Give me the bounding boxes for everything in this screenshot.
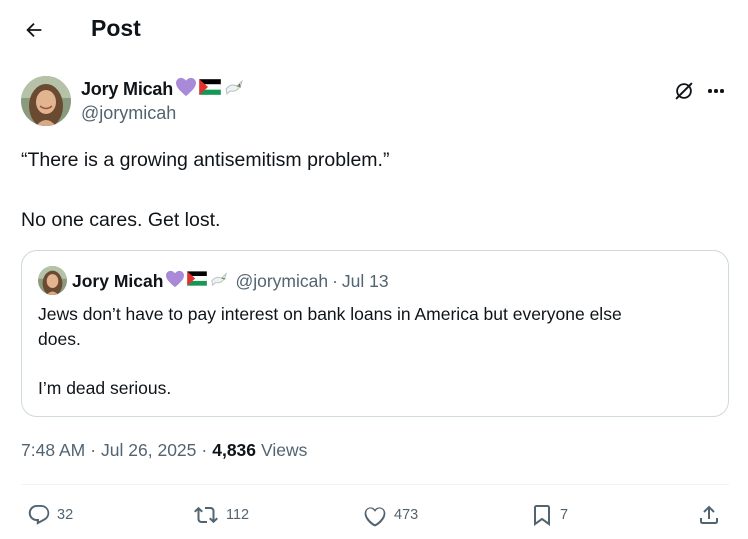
author-handle[interactable]: @jorymicah	[81, 103, 245, 124]
views-label: Views	[261, 440, 308, 460]
reply-icon	[28, 505, 50, 525]
reply-button[interactable]: 32	[27, 500, 73, 530]
back-button[interactable]	[16, 12, 52, 48]
arrow-left-icon	[26, 22, 42, 38]
post-text-line: No one cares. Get lost.	[21, 209, 221, 231]
grok-button[interactable]	[673, 80, 695, 102]
post-meta: 7:48 AM · Jul 26, 2025 · 4,836 Views	[21, 440, 307, 461]
quote-author-handle: @jorymicah	[235, 270, 329, 291]
bookmark-icon	[534, 505, 550, 526]
meta-separator: ·	[201, 440, 208, 460]
dove-icon	[223, 77, 245, 102]
purple-heart-icon	[165, 270, 185, 293]
repost-icon	[194, 506, 218, 524]
bookmark-button[interactable]: 7	[530, 500, 568, 530]
heart-icon	[364, 507, 386, 527]
post-header: Post	[0, 0, 748, 58]
dove-icon	[209, 270, 229, 293]
post-text-line: “There is a growing antisemitism problem…	[21, 149, 390, 171]
like-count: 473	[394, 507, 419, 523]
page-title: Post	[91, 15, 141, 41]
quote-text-line: I’m dead serious.	[38, 378, 172, 398]
quote-author-name: Jory Micah	[72, 270, 164, 291]
post-date[interactable]: Jul 26, 2025	[101, 440, 196, 461]
author-info: Jory Micah @jorymicah	[81, 77, 245, 124]
repost-button[interactable]: 112	[192, 500, 249, 530]
quote-author-avatar	[38, 266, 67, 295]
quoted-post[interactable]: Jory Micah @jorymicah · Jul 13 Jews don’…	[21, 250, 729, 417]
more-dot-icon	[708, 89, 712, 93]
reply-count: 32	[57, 507, 74, 523]
palestine-flag-icon	[198, 78, 222, 100]
post-time[interactable]: 7:48 AM	[21, 440, 85, 461]
author-name[interactable]: Jory Micah	[81, 79, 173, 100]
repost-count: 112	[226, 507, 250, 523]
author-avatar[interactable]	[21, 76, 71, 126]
divider	[21, 484, 729, 485]
like-button[interactable]: 473	[362, 500, 418, 530]
more-dot-icon	[720, 89, 724, 93]
views-count: 4,836	[212, 440, 257, 460]
quote-separator: ·	[332, 270, 338, 291]
palestine-flag-icon	[187, 271, 208, 291]
quote-text-line: does.	[38, 329, 81, 349]
share-icon	[700, 505, 718, 524]
meta-separator: ·	[90, 440, 97, 460]
quote-author-row: Jory Micah @jorymicah · Jul 13	[72, 269, 389, 293]
purple-heart-icon	[175, 77, 197, 102]
grok-icon	[675, 82, 693, 100]
more-options-button[interactable]	[705, 80, 727, 102]
bookmark-count: 7	[560, 507, 569, 523]
quote-text-line: Jews don’t have to pay interest on bank …	[38, 304, 622, 324]
quote-date: Jul 13	[341, 270, 389, 291]
share-button[interactable]	[697, 500, 721, 530]
more-dot-icon	[714, 89, 718, 93]
